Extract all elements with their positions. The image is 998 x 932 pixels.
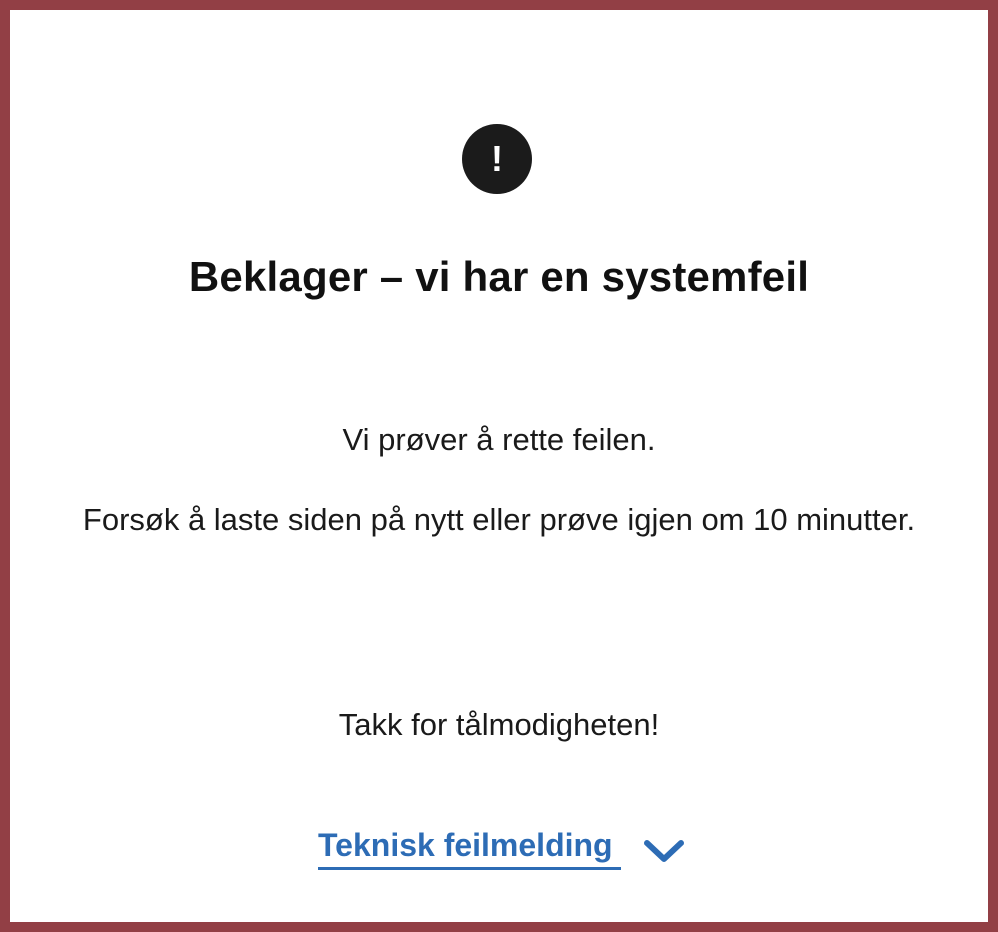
thanks-message: Takk for tålmodigheten! — [338, 707, 660, 742]
retry-instructions: Forsøk å laste siden på nytt eller prøve… — [82, 502, 916, 537]
page-title: Beklager – vi har en systemfeil — [188, 253, 810, 300]
technical-error-label: Teknisk feilmelding — [318, 825, 621, 870]
exclamation-glyph: ! — [491, 138, 503, 179]
exclamation-circle-icon: ! — [462, 124, 532, 194]
technical-error-toggle[interactable]: Teknisk feilmelding — [318, 825, 685, 870]
error-message: Vi prøver å rette feilen. — [342, 422, 656, 457]
chevron-down-icon — [643, 839, 684, 862]
error-page: ! Beklager – vi har en systemfeil Vi prø… — [0, 0, 998, 932]
